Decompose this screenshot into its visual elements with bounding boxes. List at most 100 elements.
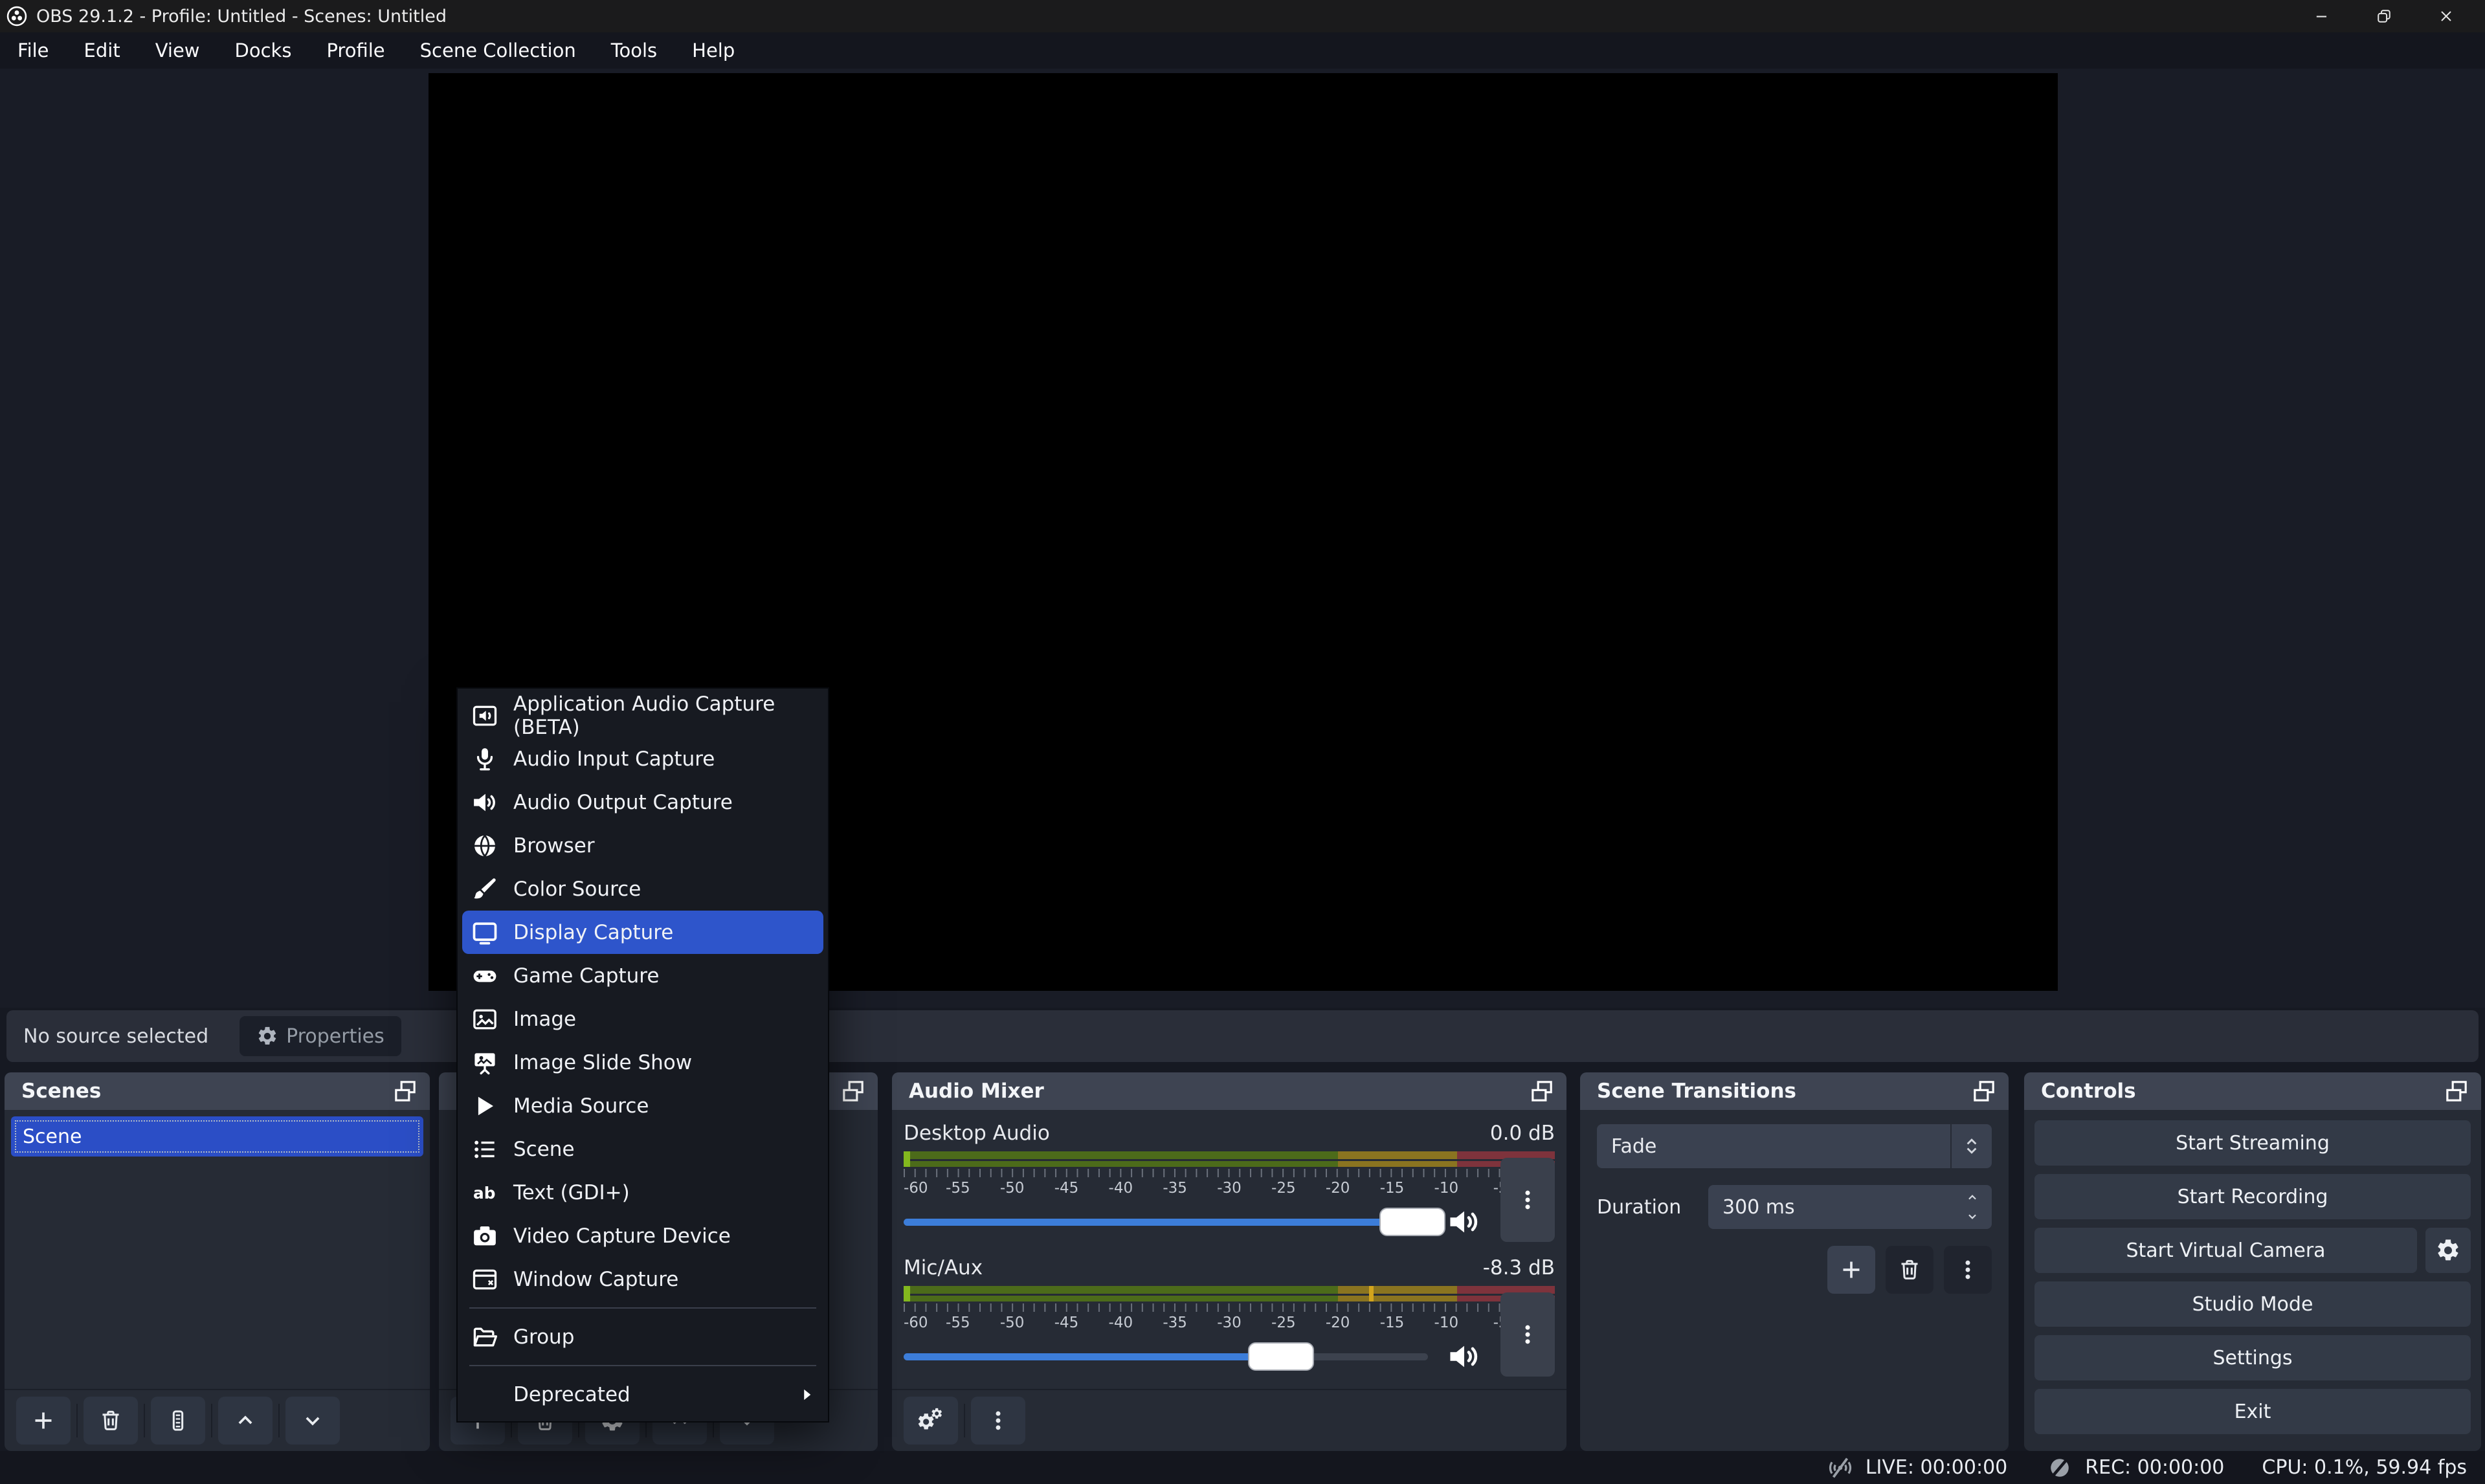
audio-mixer-title: Audio Mixer bbox=[909, 1080, 1044, 1103]
transition-select[interactable]: Fade bbox=[1597, 1124, 1992, 1168]
controls-body: Start Streaming Start Recording Start Virt… bbox=[2024, 1110, 2481, 1445]
plus-icon bbox=[30, 1408, 56, 1434]
minimize-button[interactable] bbox=[2291, 0, 2353, 32]
menu-item-audio-input-capture[interactable]: Audio Input Capture bbox=[458, 737, 828, 781]
properties-button[interactable]: Properties bbox=[240, 1016, 401, 1056]
virtual-camera-settings-button[interactable] bbox=[2425, 1228, 2471, 1273]
add-source-menu: Application Audio Capture (BETA)Audio In… bbox=[456, 687, 829, 1423]
preview-area bbox=[0, 69, 2485, 1008]
audio-mixer-header: Audio Mixer bbox=[892, 1072, 1566, 1110]
rec-icon bbox=[2045, 1453, 2075, 1483]
menu-item-text-gdi[interactable]: abText (GDI+) bbox=[458, 1171, 828, 1214]
advanced-audio-properties-button[interactable] bbox=[904, 1397, 958, 1445]
remove-transition-button[interactable] bbox=[1886, 1246, 1933, 1294]
remove-scene-button[interactable] bbox=[84, 1397, 138, 1445]
menu-item-media-source[interactable]: Media Source bbox=[458, 1084, 828, 1127]
volume-slider-row bbox=[904, 1206, 1555, 1238]
settings-button[interactable]: Settings bbox=[2034, 1335, 2471, 1380]
cpu-stats: CPU: 0.1%, 59.94 fps bbox=[2262, 1456, 2467, 1479]
controls-row: Exit bbox=[2034, 1389, 2471, 1434]
spinner-icon bbox=[1961, 1135, 1983, 1157]
menu-item-audio-output-capture[interactable]: Audio Output Capture bbox=[458, 781, 828, 824]
menu-item-image[interactable]: Image bbox=[458, 997, 828, 1041]
volume-slider-handle[interactable] bbox=[1379, 1208, 1445, 1236]
menubar-item-view[interactable]: View bbox=[138, 32, 217, 69]
volume-slider[interactable] bbox=[904, 1219, 1428, 1226]
chevron-up-icon[interactable] bbox=[1963, 1190, 1981, 1204]
add-transition-button[interactable] bbox=[1827, 1246, 1875, 1294]
menu-item-image-slide-show[interactable]: Image Slide Show bbox=[458, 1041, 828, 1084]
menu-item-display-capture[interactable]: Display Capture bbox=[462, 911, 823, 954]
popout-icon bbox=[1971, 1078, 1997, 1104]
folder-icon bbox=[471, 1323, 499, 1351]
add-scene-button[interactable] bbox=[16, 1397, 71, 1445]
menu-separator bbox=[469, 1365, 816, 1366]
start-recording-button[interactable]: Start Recording bbox=[2034, 1174, 2471, 1219]
menubar-item-docks[interactable]: Docks bbox=[217, 32, 309, 69]
menubar-item-edit[interactable]: Edit bbox=[67, 32, 138, 69]
move-scene-down-button[interactable] bbox=[285, 1397, 340, 1445]
scenes-toolbar bbox=[5, 1389, 430, 1451]
scale-tick-label: -15 bbox=[1380, 1314, 1405, 1331]
toolbar-divider bbox=[964, 1404, 965, 1437]
move-scene-up-button[interactable] bbox=[218, 1397, 273, 1445]
menu-item-window-capture[interactable]: Window Capture bbox=[458, 1257, 828, 1301]
obs-window: OBS 29.1.2 - Profile: Untitled - Scenes:… bbox=[0, 0, 2485, 1484]
start-virtual-camera-button[interactable]: Start Virtual Camera bbox=[2034, 1228, 2417, 1273]
controls-dock: Controls Start StreamingStart RecordingS… bbox=[2024, 1072, 2481, 1451]
volume-slider-handle[interactable] bbox=[1248, 1342, 1314, 1371]
brush-icon bbox=[471, 875, 499, 903]
controls-title: Controls bbox=[2041, 1080, 2136, 1103]
controls-row: Start Streaming bbox=[2034, 1120, 2471, 1166]
mute-toggle-icon[interactable] bbox=[1445, 1203, 1482, 1241]
menu-item-game-capture[interactable]: Game Capture bbox=[458, 954, 828, 997]
menu-item-video-capture-device[interactable]: Video Capture Device bbox=[458, 1214, 828, 1257]
menubar-item-profile[interactable]: Profile bbox=[309, 32, 402, 69]
rec-status: REC: 00:00:00 bbox=[2045, 1453, 2224, 1483]
menubar-item-tools[interactable]: Tools bbox=[594, 32, 674, 69]
transition-buttons bbox=[1597, 1246, 1992, 1294]
close-icon bbox=[2437, 7, 2455, 25]
menu-item-browser[interactable]: Browser bbox=[458, 824, 828, 867]
gamepad-icon bbox=[471, 962, 499, 990]
mute-toggle-icon[interactable] bbox=[1445, 1338, 1482, 1375]
exit-button[interactable]: Exit bbox=[2034, 1389, 2471, 1434]
menu-item-label: Scene bbox=[513, 1138, 575, 1161]
scale-tick-label: -25 bbox=[1271, 1314, 1296, 1331]
channel-name: Desktop Audio bbox=[904, 1122, 1050, 1145]
scale-tick-label: -30 bbox=[1217, 1314, 1242, 1331]
scene-list-item-selected[interactable]: Scene bbox=[11, 1116, 423, 1157]
volume-slider-fill bbox=[904, 1219, 1412, 1226]
close-button[interactable] bbox=[2415, 0, 2477, 32]
channel-menu-button[interactable] bbox=[1500, 1292, 1555, 1377]
menu-item-scene[interactable]: Scene bbox=[458, 1127, 828, 1171]
mic-icon bbox=[471, 745, 499, 773]
menu-item-group[interactable]: Group bbox=[458, 1315, 828, 1358]
channel-menu-button[interactable] bbox=[1500, 1158, 1555, 1242]
volume-slider[interactable] bbox=[904, 1353, 1428, 1360]
channel-header: Desktop Audio0.0 dB bbox=[904, 1122, 1555, 1145]
down-icon bbox=[300, 1408, 326, 1434]
menubar-item-file[interactable]: File bbox=[0, 32, 67, 69]
meter-bar bbox=[904, 1161, 1555, 1167]
scene-transitions-dock: Scene Transitions Fade Duration 300 ms bbox=[1580, 1072, 2009, 1451]
meter-input-level bbox=[904, 1286, 910, 1301]
menu-item-application-audio-capture-beta[interactable]: Application Audio Capture (BETA) bbox=[458, 694, 828, 737]
audio-mixer-toolbar bbox=[892, 1389, 1566, 1451]
menu-item-color-source[interactable]: Color Source bbox=[458, 867, 828, 911]
toolbar-divider bbox=[278, 1404, 280, 1437]
studio-mode-button[interactable]: Studio Mode bbox=[2034, 1281, 2471, 1327]
menubar-item-help[interactable]: Help bbox=[674, 32, 752, 69]
start-streaming-button[interactable]: Start Streaming bbox=[2034, 1120, 2471, 1166]
scene-filters-button[interactable] bbox=[151, 1397, 205, 1445]
scale-tick-label: -15 bbox=[1380, 1180, 1405, 1197]
scenes-dock-header: Scenes bbox=[5, 1072, 430, 1110]
menu-item-deprecated[interactable]: Deprecated bbox=[458, 1373, 828, 1416]
restore-button[interactable] bbox=[2353, 0, 2415, 32]
scale-tick-label: -30 bbox=[1217, 1180, 1242, 1197]
mixer-menu-button[interactable] bbox=[971, 1397, 1025, 1445]
menubar-item-scene-collection[interactable]: Scene Collection bbox=[403, 32, 594, 69]
duration-input[interactable]: 300 ms bbox=[1708, 1185, 1992, 1229]
transition-menu-button[interactable] bbox=[1944, 1246, 1992, 1294]
chevron-down-icon[interactable] bbox=[1963, 1210, 1981, 1224]
